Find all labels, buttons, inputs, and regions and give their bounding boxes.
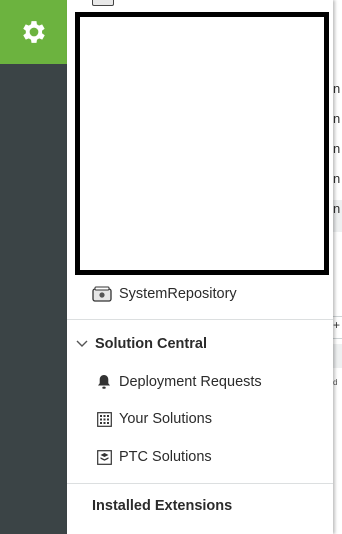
divider [67,483,333,484]
settings-tile[interactable] [0,0,67,64]
background-page: n n n n n + d [333,0,342,534]
background-small-text: d [333,378,338,387]
deployment-requests-label: Deployment Requests [119,374,262,390]
chevron-down-icon [72,334,92,354]
solution-package-icon [94,447,114,467]
left-nav-rail [0,0,67,534]
redacted-region [75,12,329,275]
background-text: n [333,141,341,156]
installed-extensions-header[interactable]: Installed Extensions [67,498,333,514]
background-text: n [333,201,341,216]
your-solutions-item[interactable]: Your Solutions [67,409,333,429]
ptc-solutions-item[interactable]: PTC Solutions [67,447,333,467]
your-solutions-label: Your Solutions [119,411,212,427]
installed-extensions-title: Installed Extensions [92,498,233,514]
repository-icon [92,0,114,6]
divider [67,319,333,320]
background-text: n [333,81,341,96]
background-text: n [333,171,341,186]
flyout-panel: SystemRepository Solution Central Deploy… [67,0,333,534]
deployment-requests-item[interactable]: Deployment Requests [67,372,333,392]
background-text: n [333,111,341,126]
solution-central-header[interactable]: Solution Central [67,334,333,354]
background-plus: + [333,318,341,332]
repository-icon [92,284,112,304]
gear-icon [22,21,45,43]
system-repository-label: SystemRepository [119,286,237,302]
system-repository-item[interactable]: SystemRepository [67,284,333,304]
grid-icon [94,409,114,429]
solution-central-title: Solution Central [95,336,207,352]
ptc-solutions-label: PTC Solutions [119,449,212,465]
bell-icon [94,372,114,392]
